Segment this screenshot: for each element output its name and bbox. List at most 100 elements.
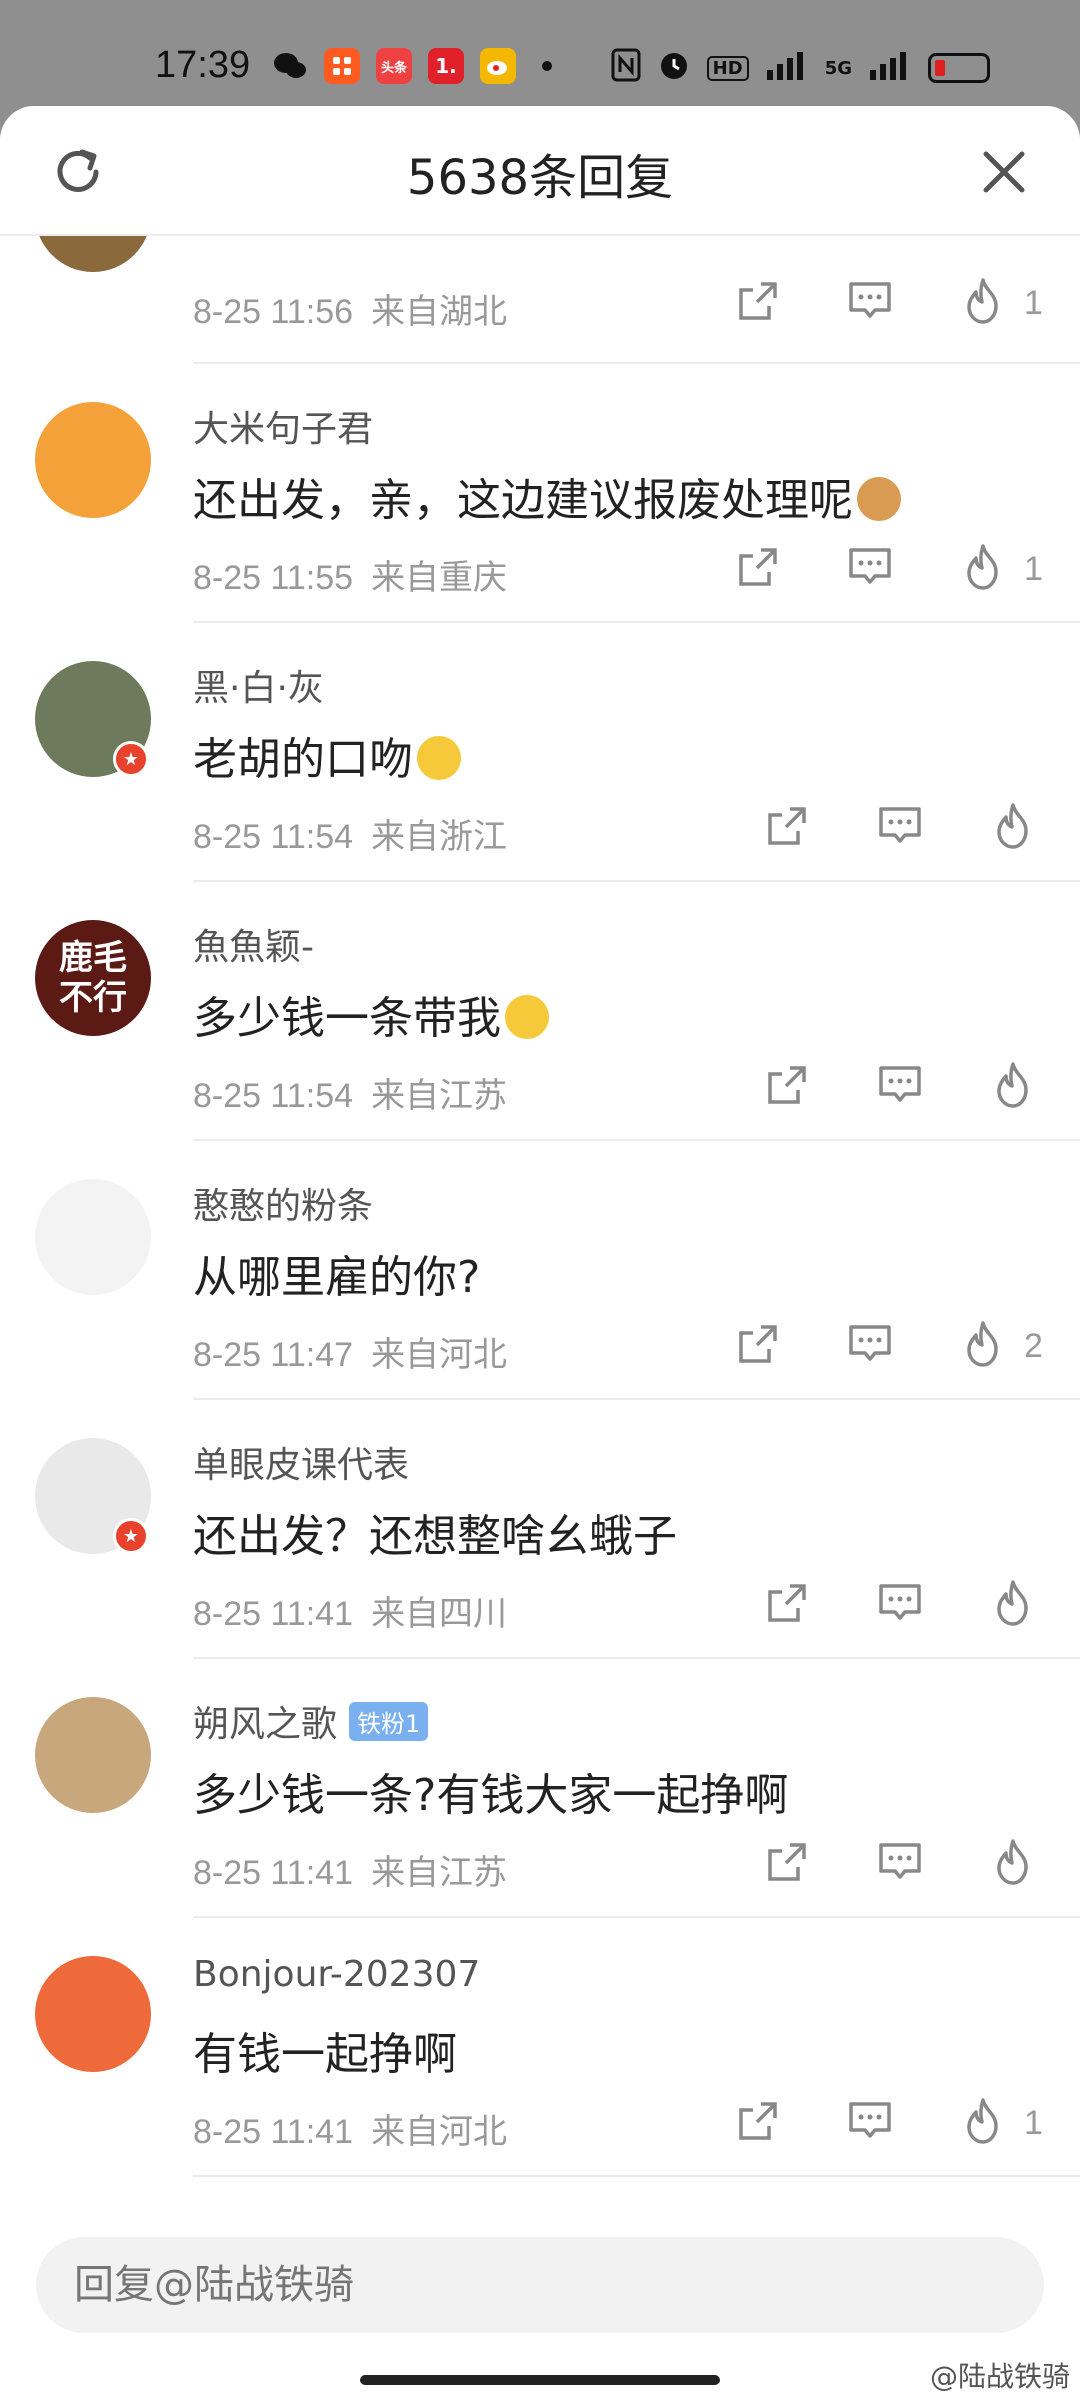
comment-location: 来自河北 [371, 1336, 508, 1374]
home-indicator[interactable] [360, 2375, 720, 2385]
comment-date: 8-25 11:47 [193, 1336, 354, 1374]
sheet-header: 5638条回复 [0, 106, 1080, 236]
comment-text-content: 多少钱一条?有钱大家一起挣啊 [193, 1770, 789, 1821]
list-item[interactable]: Bonjour-202307 有钱一起挣啊 8-25 11:41 来自河北 1 [0, 1918, 1080, 2177]
comment-text[interactable]: 从哪里雇的你? [193, 1241, 480, 1305]
list-item[interactable]: 憨憨的粉条 从哪里雇的你? 8-25 11:47 来自河北 2 [0, 1141, 1080, 1400]
avatar[interactable] [35, 1956, 151, 2072]
comment-icon[interactable] [845, 542, 895, 592]
comment-date: 8-25 11:54 [193, 1077, 354, 1115]
like-count: 1 [1024, 284, 1043, 322]
comment-icon[interactable] [875, 801, 925, 851]
status-bar: 17:39 头条 1. HD 5G [0, 0, 1080, 106]
author-name[interactable]: 朔风之歌 [193, 1695, 337, 1747]
avatar[interactable] [35, 236, 151, 272]
comment-text[interactable]: 有钱一起挣啊 [193, 2018, 457, 2082]
like-fire-icon[interactable] [988, 801, 1038, 851]
comment-icon[interactable] [875, 1060, 925, 1110]
list-item[interactable]: 朔风之歌 铁粉1 多少钱一条?有钱大家一起挣啊 8-25 11:41 来自江苏 [0, 1659, 1080, 1918]
signal-icon-2 [868, 48, 912, 88]
comment-author[interactable]: 憨憨的粉条 [193, 1177, 373, 1229]
comment-icon[interactable] [845, 1319, 895, 1369]
comment-text[interactable]: 多少钱一条?有钱大家一起挣啊 [193, 1759, 788, 1823]
comment-author[interactable]: 朔风之歌 铁粉1 [193, 1695, 429, 1747]
list-item[interactable]: ★ 黑·白·灰老胡的口吻 8-25 11:54 来自浙江 [0, 623, 1080, 882]
share-icon[interactable] [733, 1319, 783, 1369]
verified-star-icon: ★ [113, 1518, 149, 1554]
fan-badge: 铁粉1 [349, 1701, 429, 1741]
comment-author[interactable]: 大米句子君 [193, 400, 373, 452]
comment-author[interactable]: Bonjour-202307 [193, 1954, 480, 1995]
comment-text[interactable]: 还出发？还想整啥幺蛾子 [193, 1500, 677, 1564]
comment-location: 来自重庆 [371, 559, 508, 597]
comment-icon[interactable] [875, 1578, 925, 1628]
avatar[interactable]: 鹿毛不行 [35, 920, 151, 1036]
comment-text-content: 老胡的口吻 [193, 734, 413, 785]
weibo-icon [480, 48, 516, 84]
comment-date: 8-25 11:41 [193, 1854, 354, 1892]
like-fire-icon[interactable] [988, 1578, 1038, 1628]
list-item[interactable]: —————————————— 8-25 11:56来自湖北 1 [0, 236, 1080, 364]
comment-icon[interactable] [845, 276, 895, 326]
comment-date: 8-25 11:54 [193, 818, 354, 856]
app-one-icon: 1. [428, 48, 464, 84]
emoji-icon [505, 995, 549, 1039]
like-fire-icon[interactable] [958, 1319, 1008, 1369]
comment-location: 来自江苏 [371, 1854, 508, 1892]
comment-meta: 8-25 11:54 来自江苏 [193, 1068, 507, 1117]
comment-author[interactable]: 单眼皮课代表 [193, 1436, 409, 1488]
share-icon[interactable] [733, 276, 783, 326]
comment-date: 8-25 11:56 [193, 293, 354, 331]
comment-location: 来自四川 [371, 1595, 508, 1633]
comment-author[interactable]: 魚魚颖- [193, 918, 314, 970]
comment-date: 8-25 11:41 [193, 1595, 354, 1633]
comment-icon[interactable] [845, 2096, 895, 2146]
like-fire-icon[interactable] [958, 276, 1008, 326]
author-name[interactable]: 大米句子君 [193, 400, 373, 452]
comment-icon[interactable] [875, 1837, 925, 1887]
list-item[interactable]: 鹿毛不行 魚魚颖- 多少钱一条带我 8-25 11:54 来自江苏 [0, 882, 1080, 1141]
comment-list[interactable]: —————————————— 8-25 11:56来自湖北 1 大米句子君还出发… [0, 236, 1080, 2316]
comment-location: 来自浙江 [371, 818, 508, 856]
list-item[interactable]: 大米句子君 还出发，亲，这边建议报废处理呢 8-25 11:55 来自重庆 1 [0, 364, 1080, 623]
list-item[interactable]: ★ 单眼皮课代表还出发？还想整啥幺蛾子 8-25 11:41 来自四川 [0, 1400, 1080, 1659]
author-name[interactable]: 憨憨的粉条 [193, 1177, 373, 1229]
author-name[interactable]: Bonjour-202307 [193, 1954, 480, 1995]
comment-text[interactable]: 老胡的口吻 [193, 723, 461, 787]
comment-meta: 8-25 11:41 来自河北 [193, 2104, 507, 2153]
like-fire-icon[interactable] [958, 2096, 1008, 2146]
author-name[interactable]: 单眼皮课代表 [193, 1436, 409, 1488]
verified-star-icon: ★ [113, 741, 149, 777]
reply-input[interactable] [36, 2237, 1044, 2333]
like-fire-icon[interactable] [958, 542, 1008, 592]
like-fire-icon[interactable] [988, 1060, 1038, 1110]
notification-icons: 头条 1. [272, 48, 552, 84]
share-icon[interactable] [733, 2096, 783, 2146]
avatar[interactable] [35, 402, 151, 518]
like-count: 1 [1024, 2104, 1043, 2142]
like-fire-icon[interactable] [988, 1837, 1038, 1887]
comment-meta: 8-25 11:47 来自河北 [193, 1327, 507, 1376]
share-icon[interactable] [762, 1578, 812, 1628]
comment-meta: 8-25 11:55 来自重庆 [193, 550, 507, 599]
avatar[interactable] [35, 1697, 151, 1813]
comment-text-content: 从哪里雇的你? [193, 1252, 481, 1303]
share-icon[interactable] [762, 801, 812, 851]
comment-text[interactable]: 多少钱一条带我 [193, 982, 549, 1046]
author-name[interactable]: 黑·白·灰 [193, 659, 324, 711]
close-icon[interactable] [978, 146, 1030, 198]
share-icon[interactable] [762, 1837, 812, 1887]
share-icon[interactable] [733, 542, 783, 592]
avatar[interactable] [35, 1179, 151, 1295]
alarm-icon [657, 48, 691, 88]
comment-location: 来自河北 [371, 2113, 508, 2151]
hd-icon: HD [706, 55, 749, 81]
comment-date: 8-25 11:55 [193, 559, 354, 597]
share-icon[interactable] [762, 1060, 812, 1110]
taobao-icon [324, 48, 360, 84]
system-icons: HD 5G [611, 48, 990, 88]
comment-author[interactable]: 黑·白·灰 [193, 659, 324, 711]
comment-text[interactable]: 还出发，亲，这边建议报废处理呢 [193, 464, 901, 528]
author-name[interactable]: 魚魚颖- [193, 918, 314, 970]
status-time: 17:39 [155, 44, 251, 86]
